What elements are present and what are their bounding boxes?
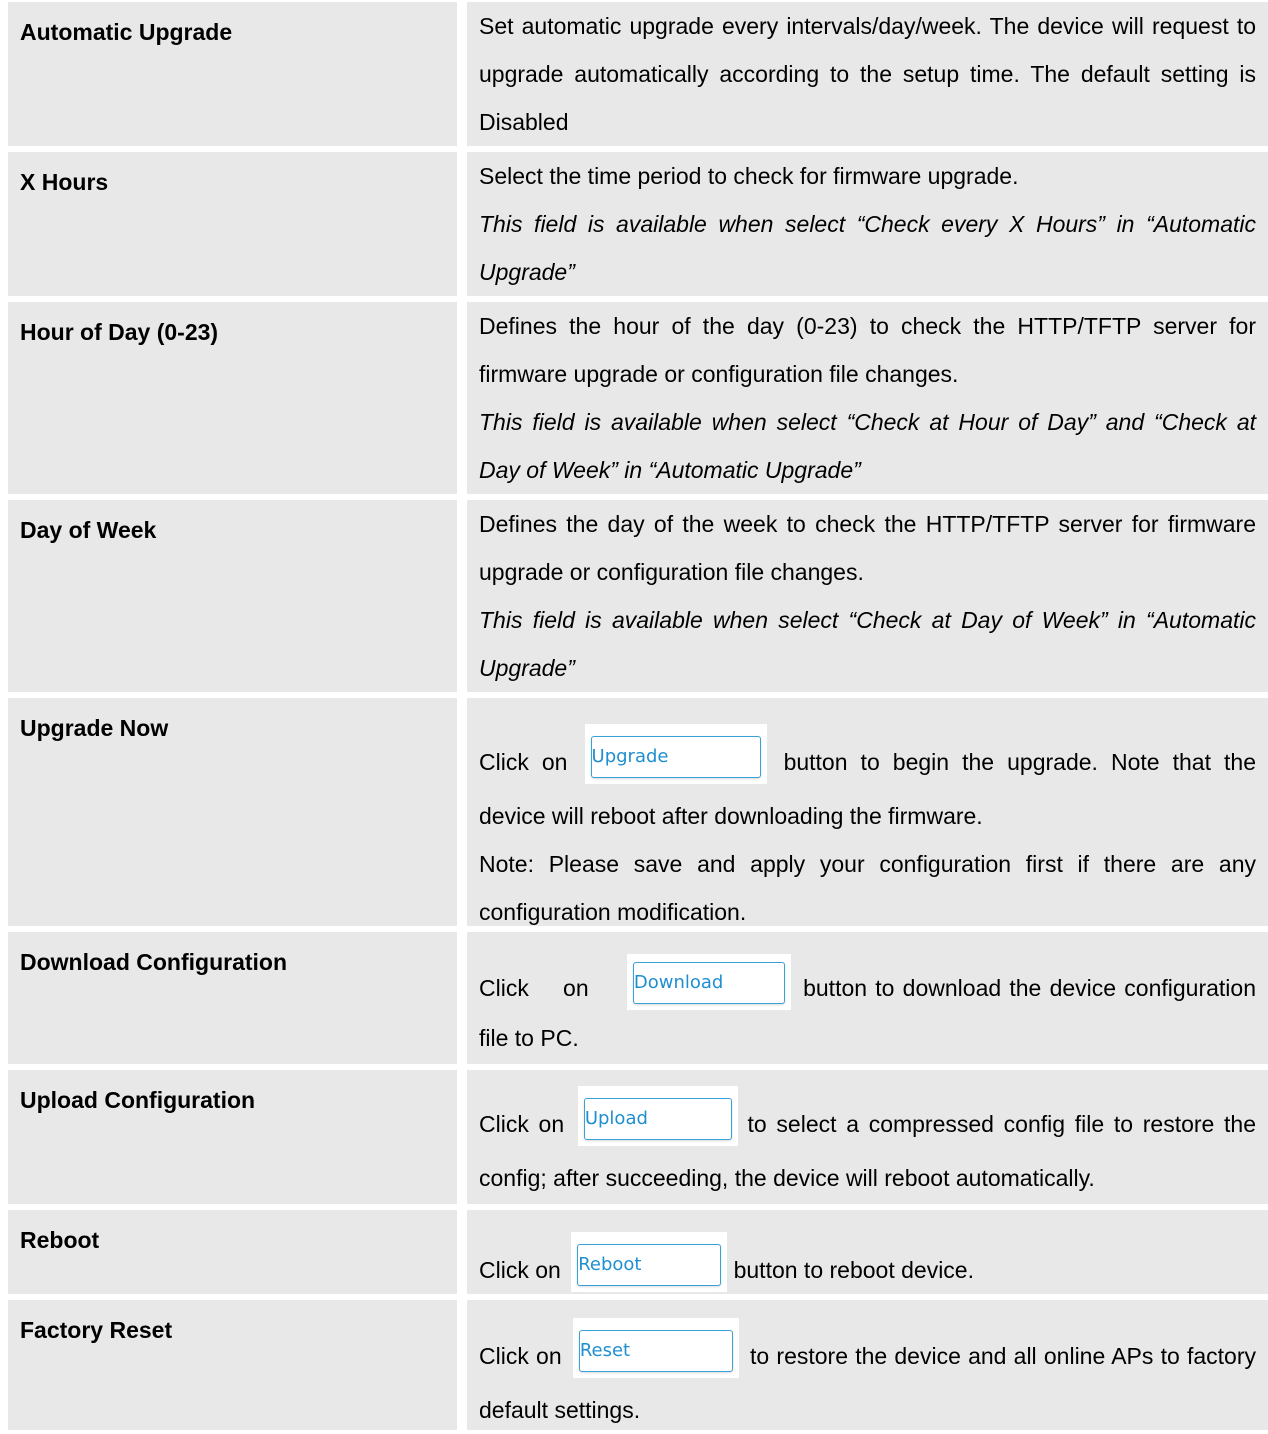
parameter-name: Upgrade Now xyxy=(20,715,169,741)
upload-button[interactable]: Upload xyxy=(583,1098,732,1140)
description-prefix: Click on xyxy=(479,749,581,775)
description-cell: Click on Reset to restore the device and… xyxy=(467,1300,1268,1430)
description: Click on Download button to download the… xyxy=(479,954,1256,1058)
parameter-name: Automatic Upgrade xyxy=(20,19,233,45)
description: Defines the hour of the day (0-23) to ch… xyxy=(479,302,1256,494)
description-cell: Select the time period to check for firm… xyxy=(467,152,1268,296)
parameter-cell: Upload Configuration xyxy=(8,1070,457,1204)
description-cell: Set automatic upgrade every intervals/da… xyxy=(467,2,1268,146)
availability-note: This field is available when select “Che… xyxy=(479,409,1256,483)
table-row: X Hours Select the time period to check … xyxy=(8,152,1268,296)
description-text: Click on Reset to restore the device and… xyxy=(479,1318,1256,1434)
parameter-name: Hour of Day (0-23) xyxy=(20,319,219,345)
parameter-cell: Upgrade Now xyxy=(8,698,457,926)
table-row: Hour of Day (0-23) Defines the hour of t… xyxy=(8,302,1268,494)
availability-note: This field is available when select “Che… xyxy=(479,607,1256,681)
availability-note: This field is available when select “Che… xyxy=(479,211,1256,285)
parameter-cell: Download Configuration xyxy=(8,932,457,1064)
parameter-name: Factory Reset xyxy=(20,1317,173,1343)
description-cell: Click on Upgrade button to begin the upg… xyxy=(467,698,1268,926)
description-text: Click on Upgrade button to begin the upg… xyxy=(479,724,1256,840)
description-text: Defines the hour of the day (0-23) to ch… xyxy=(479,313,1256,387)
description-note: Note: Please save and apply your configu… xyxy=(479,851,1256,925)
description-text: Click on Download button to download the… xyxy=(479,954,1256,1058)
description-prefix: Click on xyxy=(479,1111,574,1137)
description-prefix: Click on xyxy=(479,975,623,1001)
description-cell: Click on Download button to download the… xyxy=(467,932,1268,1064)
description-cell: Defines the day of the week to check the… xyxy=(467,500,1268,692)
parameter-cell: Day of Week xyxy=(8,500,457,692)
table-row: Day of Week Defines the day of the week … xyxy=(8,500,1268,692)
description-text: Set automatic upgrade every intervals/da… xyxy=(479,13,1256,135)
description-text: Select the time period to check for firm… xyxy=(479,163,1019,189)
upgrade-button[interactable]: Upgrade xyxy=(590,736,761,778)
description-cell: Click on Reboot button to reboot device. xyxy=(467,1210,1268,1294)
description: Click on Reboot button to reboot device. xyxy=(479,1232,1256,1300)
parameter-name: Download Configuration xyxy=(20,949,288,975)
description-cell: Click on Upload to select a compressed c… xyxy=(467,1070,1268,1204)
parameter-cell: Hour of Day (0-23) xyxy=(8,302,457,494)
parameter-name: Reboot xyxy=(20,1227,100,1253)
button-screenshot: Reboot xyxy=(571,1232,728,1292)
parameter-name: Day of Week xyxy=(20,517,157,543)
reset-button[interactable]: Reset xyxy=(578,1330,733,1372)
description: Click on Upgrade button to begin the upg… xyxy=(479,724,1256,936)
description: Select the time period to check for firm… xyxy=(479,152,1256,296)
parameter-cell: X Hours xyxy=(8,152,457,296)
description-prefix: Click on xyxy=(479,1343,569,1369)
parameter-name: X Hours xyxy=(20,169,109,195)
parameter-cell: Reboot xyxy=(8,1210,457,1294)
description: Set automatic upgrade every intervals/da… xyxy=(479,2,1256,146)
description-text: Defines the day of the week to check the… xyxy=(479,511,1256,585)
button-screenshot: Download xyxy=(626,954,791,1010)
table-row: Automatic Upgrade Set automatic upgrade … xyxy=(8,2,1268,146)
button-screenshot: Upload xyxy=(577,1086,738,1146)
description: Defines the day of the week to check the… xyxy=(479,500,1256,692)
description: Click on Upload to select a compressed c… xyxy=(479,1086,1256,1202)
button-screenshot: Upgrade xyxy=(584,724,767,784)
table-row: Upload Configuration Click on Upload to … xyxy=(8,1070,1268,1204)
table-row: Factory Reset Click on Reset to restore … xyxy=(8,1300,1268,1430)
table-row: Download Configuration Click on Download… xyxy=(8,932,1268,1064)
parameter-name: Upload Configuration xyxy=(20,1087,256,1113)
description-prefix: Click on xyxy=(479,1257,568,1283)
download-button[interactable]: Download xyxy=(632,962,785,1004)
reboot-button[interactable]: Reboot xyxy=(577,1244,722,1286)
button-screenshot: Reset xyxy=(572,1318,739,1378)
description-suffix: button to reboot device. xyxy=(727,1257,974,1283)
description-text: Click on Upload to select a compressed c… xyxy=(479,1086,1256,1202)
parameter-cell: Factory Reset xyxy=(8,1300,457,1430)
description: Click on Reset to restore the device and… xyxy=(479,1318,1256,1434)
table-row: Reboot Click on Reboot button to reboot … xyxy=(8,1210,1268,1294)
parameter-cell: Automatic Upgrade xyxy=(8,2,457,146)
description-text: Click on Reboot button to reboot device. xyxy=(479,1232,1256,1300)
description-cell: Defines the hour of the day (0-23) to ch… xyxy=(467,302,1268,494)
table-row: Upgrade Now Click on Upgrade button to b… xyxy=(8,698,1268,926)
